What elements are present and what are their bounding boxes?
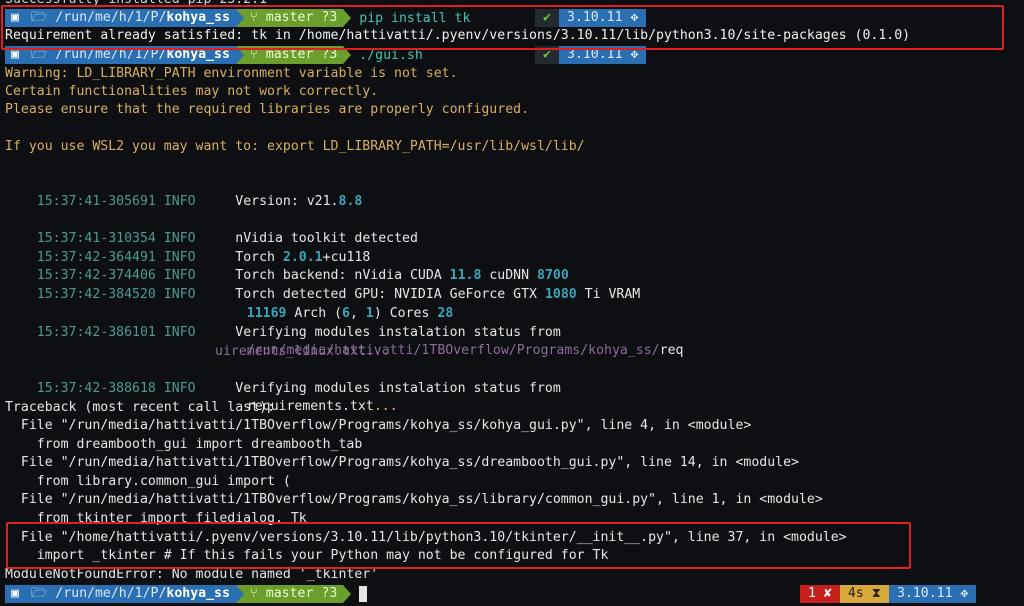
error-status: 1 ✘ xyxy=(800,585,840,603)
terminal-window[interactable]: Successfully installed pip-23.2.1 ▣ 🗁 /r… xyxy=(0,0,1024,606)
warning-line: Please ensure that the required librarie… xyxy=(5,102,530,117)
git-branch-icon: ⑂ xyxy=(249,586,266,601)
traceback-line: from dreambooth_gui import dreambooth_ta… xyxy=(5,437,363,452)
log-line: 15:37:41-305691 INFO Version: v21.8.8 xyxy=(36,194,363,209)
terminal-logo-icon: ▣ xyxy=(5,585,25,603)
highlight-box xyxy=(1,5,1004,50)
segment-arrow-icon xyxy=(235,585,244,603)
python-icon: ✥ xyxy=(960,586,969,601)
shell-prompt: ▣ 🗁 /run/me/h/1/P/kohya_ss ⑂ master ?3 xyxy=(5,585,368,603)
warning-line: Certain functionalities may not work cor… xyxy=(5,84,379,99)
python-version: 3.10.11 ✥ xyxy=(888,585,977,603)
log-line-continuation: 11169 Arch (6, 1) Cores 28 xyxy=(246,306,454,321)
warning-line: Warning: LD_LIBRARY_PATH environment var… xyxy=(5,66,458,81)
log-line-continuation: uirements_linux.txt... xyxy=(215,344,390,359)
log-line-continuation: /run/media/hattivatti/1TBOverflow/Progra… xyxy=(246,343,684,358)
warning-line: If you use WSL2 you may want to: export … xyxy=(5,139,585,154)
traceback-line: File "/run/media/hattivatti/1TBOverflow/… xyxy=(5,418,752,433)
log-line: 15:37:42-364491 INFO Torch 2.0.1+cu118 xyxy=(36,250,371,265)
traceback-line: Traceback (most recent call last): xyxy=(5,400,275,415)
traceback-line: File "/run/media/hattivatti/1TBOverflow/… xyxy=(5,492,823,507)
traceback-line: from library.common_gui import ( xyxy=(5,474,291,489)
hourglass-icon: ⧗ xyxy=(871,586,881,601)
log-line: 15:37:42-384520 INFO Torch detected GPU:… xyxy=(36,287,641,302)
prompt-right-status: 1 ✘ 4s ⧗ 3.10.11 ✥ xyxy=(800,585,977,603)
log-line: 15:37:42-386101 INFO Verifying modules i… xyxy=(36,325,561,340)
folder-icon: 🗁 xyxy=(30,586,56,601)
duration-status: 4s ⧗ xyxy=(839,585,889,603)
text-cursor[interactable] xyxy=(359,586,368,602)
highlight-box xyxy=(6,522,911,569)
log-line: 15:37:42-388618 INFO Verifying modules i… xyxy=(36,381,561,396)
segment-arrow-icon xyxy=(343,585,352,603)
log-line-continuation: requirements.txt... xyxy=(246,399,398,414)
log-line: 15:37:41-310354 INFO nVidia toolkit dete… xyxy=(36,231,418,246)
log-line: 15:37:42-374406 INFO Torch backend: nVid… xyxy=(36,268,569,283)
traceback-line: File "/run/media/hattivatti/1TBOverflow/… xyxy=(5,455,799,470)
prompt-path: 🗁 /run/me/h/1/P/kohya_ss xyxy=(24,585,236,603)
prompt-git: ⑂ master ?3 xyxy=(243,585,344,603)
error-cross-icon: ✘ xyxy=(823,586,832,601)
